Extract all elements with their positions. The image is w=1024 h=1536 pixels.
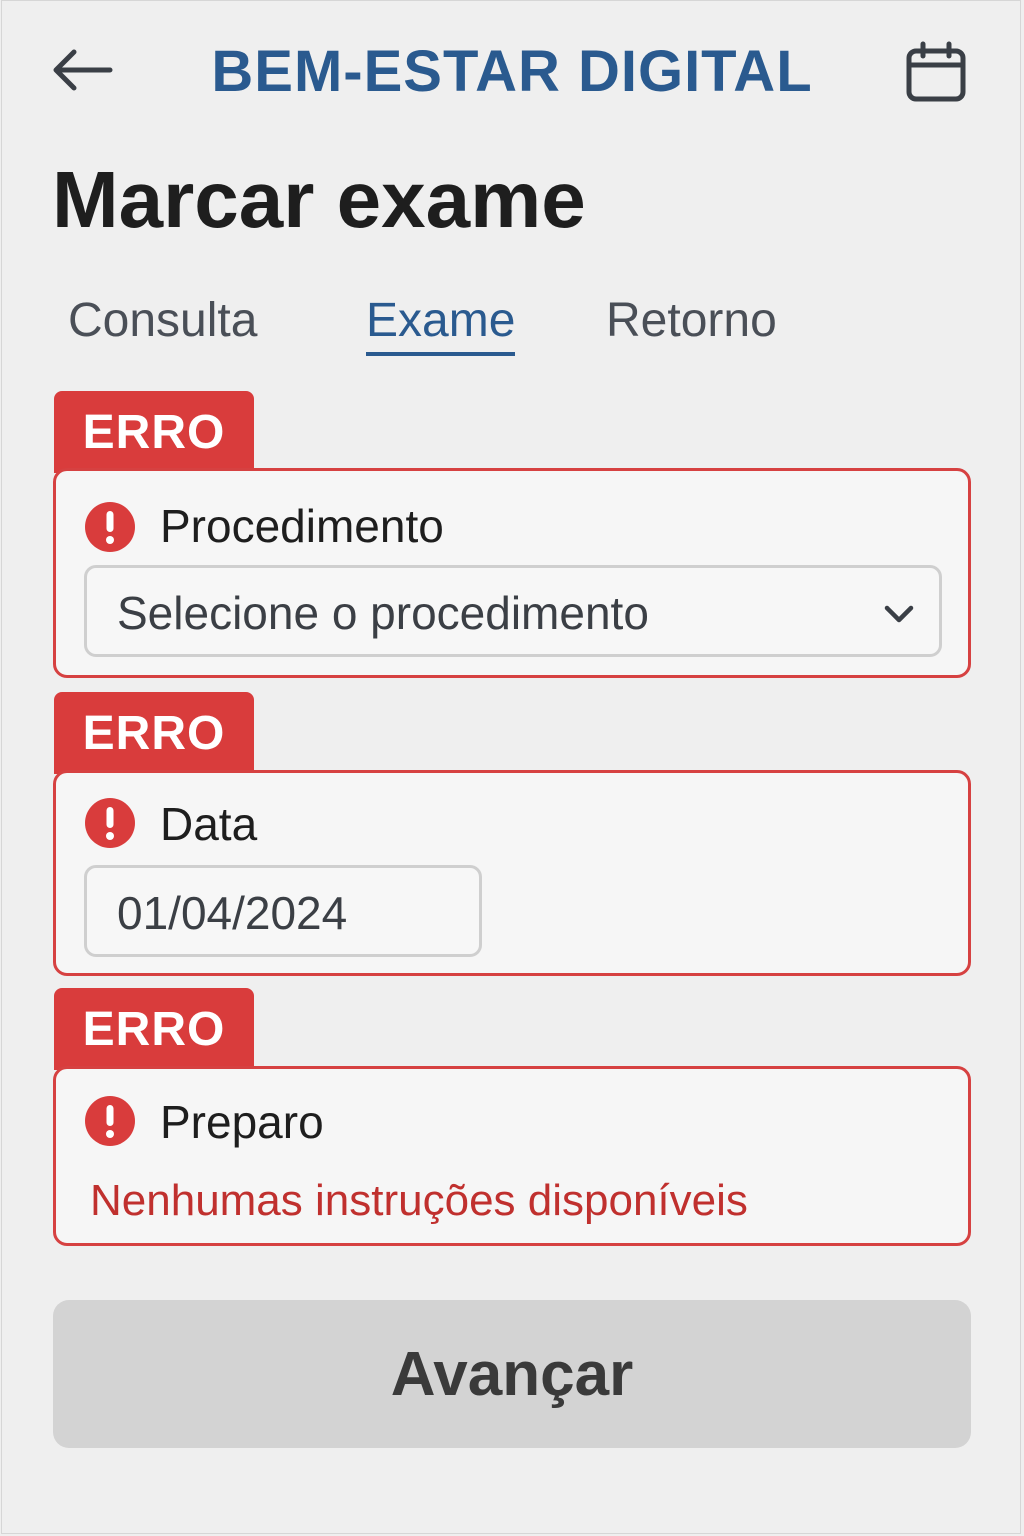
date-value: 01/04/2024 <box>117 887 348 939</box>
page-title: Marcar exame <box>52 155 586 244</box>
next-button[interactable]: Avançar <box>53 1300 971 1448</box>
error-badge-data: ERRO <box>54 692 254 774</box>
procedimento-label: Procedimento <box>160 500 444 552</box>
tab-bar: Consulta Exame Retorno <box>0 292 1024 372</box>
procedimento-placeholder: Selecione o procedimento <box>117 587 649 639</box>
calendar-button[interactable] <box>900 36 972 108</box>
app-title: BEM-ESTAR DIGITAL <box>211 39 813 104</box>
preparo-field-card: Preparo Nenhumas instruções disponíveis <box>53 1066 971 1246</box>
error-icon <box>85 502 135 552</box>
data-label: Data <box>160 798 258 850</box>
calendar-icon <box>906 41 966 102</box>
procedimento-select[interactable]: Selecione o procedimento <box>84 565 942 657</box>
chevron-down-icon <box>884 605 914 623</box>
app-header: BEM-ESTAR DIGITAL <box>0 24 1024 116</box>
procedimento-field-card: Procedimento Selecione o procedimento <box>53 468 971 678</box>
tab-retorno[interactable]: Retorno <box>606 292 777 350</box>
error-icon <box>85 1096 135 1146</box>
preparo-message: Nenhumas instruções disponíveis <box>90 1176 748 1225</box>
tab-consulta[interactable]: Consulta <box>68 292 257 350</box>
error-badge-procedimento: ERRO <box>54 391 254 473</box>
date-field[interactable]: 01/04/2024 <box>84 865 482 957</box>
data-field-card: Data 01/04/2024 <box>53 770 971 976</box>
preparo-label: Preparo <box>160 1096 324 1148</box>
tab-exame[interactable]: Exame <box>366 292 516 356</box>
error-badge-preparo: ERRO <box>54 988 254 1070</box>
error-icon <box>85 798 135 848</box>
